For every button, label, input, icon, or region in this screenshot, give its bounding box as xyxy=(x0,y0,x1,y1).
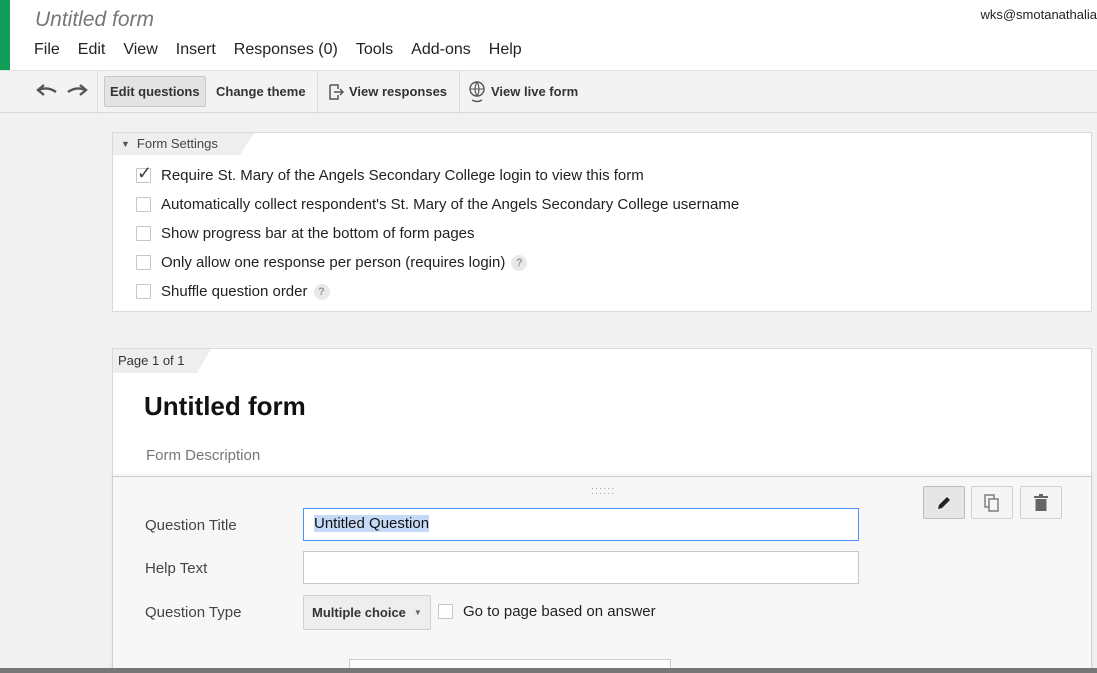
checkbox[interactable] xyxy=(136,226,151,241)
view-responses-button[interactable]: View responses xyxy=(328,76,447,107)
help-text-input[interactable] xyxy=(303,551,859,584)
menu-addons[interactable]: Add-ons xyxy=(411,41,471,59)
go-to-page-label: Go to page based on answer xyxy=(463,603,656,620)
checkbox[interactable] xyxy=(136,284,151,299)
trash-icon[interactable] xyxy=(1020,486,1062,519)
question-title-value: Untitled Question xyxy=(314,515,430,532)
help-icon[interactable]: ? xyxy=(313,283,330,300)
checkbox[interactable] xyxy=(438,604,453,619)
form-settings-panel: ▼ Form Settings Require St. Mary of the … xyxy=(112,132,1092,312)
menu-view[interactable]: View xyxy=(123,41,157,59)
form-description[interactable]: Form Description xyxy=(146,447,260,464)
edit-questions-button[interactable]: Edit questions xyxy=(104,76,206,107)
form-settings-title: Form Settings xyxy=(136,136,218,151)
setting-label: Show progress bar at the bottom of form … xyxy=(161,225,475,242)
question-type-value: Multiple choice xyxy=(312,605,406,620)
menu-edit[interactable]: Edit xyxy=(78,41,106,59)
page-indicator: Page 1 of 1 xyxy=(113,349,210,373)
setting-shuffle-order[interactable]: Shuffle question order ? xyxy=(136,283,330,300)
menu-file[interactable]: File xyxy=(34,41,60,59)
chevron-down-icon: ▼ xyxy=(413,608,422,617)
redo-icon[interactable] xyxy=(66,82,88,100)
setting-one-response[interactable]: Only allow one response per person (requ… xyxy=(136,254,528,271)
app-header: Untitled form wks@smotanathalia File Edi… xyxy=(0,0,1097,70)
collapse-triangle-icon: ▼ xyxy=(121,139,130,149)
help-icon[interactable]: ? xyxy=(511,254,528,271)
toolbar: Edit questions Change theme View respons… xyxy=(0,70,1097,114)
setting-label: Shuffle question order xyxy=(161,283,308,300)
menu-help[interactable]: Help xyxy=(489,41,522,59)
toolbar-divider xyxy=(317,71,318,114)
setting-collect-username[interactable]: Automatically collect respondent's St. M… xyxy=(136,196,739,213)
export-icon xyxy=(329,83,344,100)
document-title[interactable]: Untitled form xyxy=(35,8,154,32)
setting-label: Only allow one response per person (requ… xyxy=(161,254,506,271)
checkbox[interactable] xyxy=(136,197,151,212)
edit-pencil-icon[interactable] xyxy=(923,486,965,519)
view-live-form-label: View live form xyxy=(491,84,579,99)
checkbox-checked[interactable] xyxy=(136,163,152,184)
setting-label: Require St. Mary of the Angels Secondary… xyxy=(161,167,644,184)
question-title-input[interactable]: Untitled Question xyxy=(303,508,859,541)
checkbox[interactable] xyxy=(136,255,151,270)
undo-icon[interactable] xyxy=(36,82,58,100)
help-text-label: Help Text xyxy=(145,560,208,577)
view-live-form-button[interactable]: View live form xyxy=(468,76,578,107)
change-theme-button[interactable]: Change theme xyxy=(216,76,306,107)
question-title-label: Question Title xyxy=(145,517,237,534)
globe-icon xyxy=(469,80,485,102)
setting-label: Automatically collect respondent's St. M… xyxy=(161,196,740,213)
menu-insert[interactable]: Insert xyxy=(176,41,216,59)
drag-handle-icon[interactable]: :::::: xyxy=(591,485,615,497)
question-type-dropdown[interactable]: Multiple choice ▼ xyxy=(303,595,431,630)
toolbar-divider xyxy=(459,71,460,114)
brand-bar xyxy=(0,0,10,70)
menu-bar: File Edit View Insert Responses (0) Tool… xyxy=(34,41,540,59)
form-settings-toggle[interactable]: ▼ Form Settings xyxy=(113,133,254,155)
setting-require-login[interactable]: Require St. Mary of the Angels Secondary… xyxy=(136,163,644,184)
menu-tools[interactable]: Tools xyxy=(356,41,393,59)
question-editor: :::::: Question Title Untitled Question … xyxy=(112,476,1092,673)
window-bottom-edge xyxy=(0,668,1097,673)
menu-responses[interactable]: Responses (0) xyxy=(234,41,338,59)
view-responses-label: View responses xyxy=(349,84,448,99)
go-to-page-option[interactable]: Go to page based on answer xyxy=(438,603,656,620)
setting-progress-bar[interactable]: Show progress bar at the bottom of form … xyxy=(136,225,475,242)
question-type-label: Question Type xyxy=(145,604,242,621)
toolbar-divider xyxy=(97,71,98,114)
duplicate-icon[interactable] xyxy=(971,486,1013,519)
user-account[interactable]: wks@smotanathalia xyxy=(980,7,1097,22)
form-title[interactable]: Untitled form xyxy=(144,391,306,422)
